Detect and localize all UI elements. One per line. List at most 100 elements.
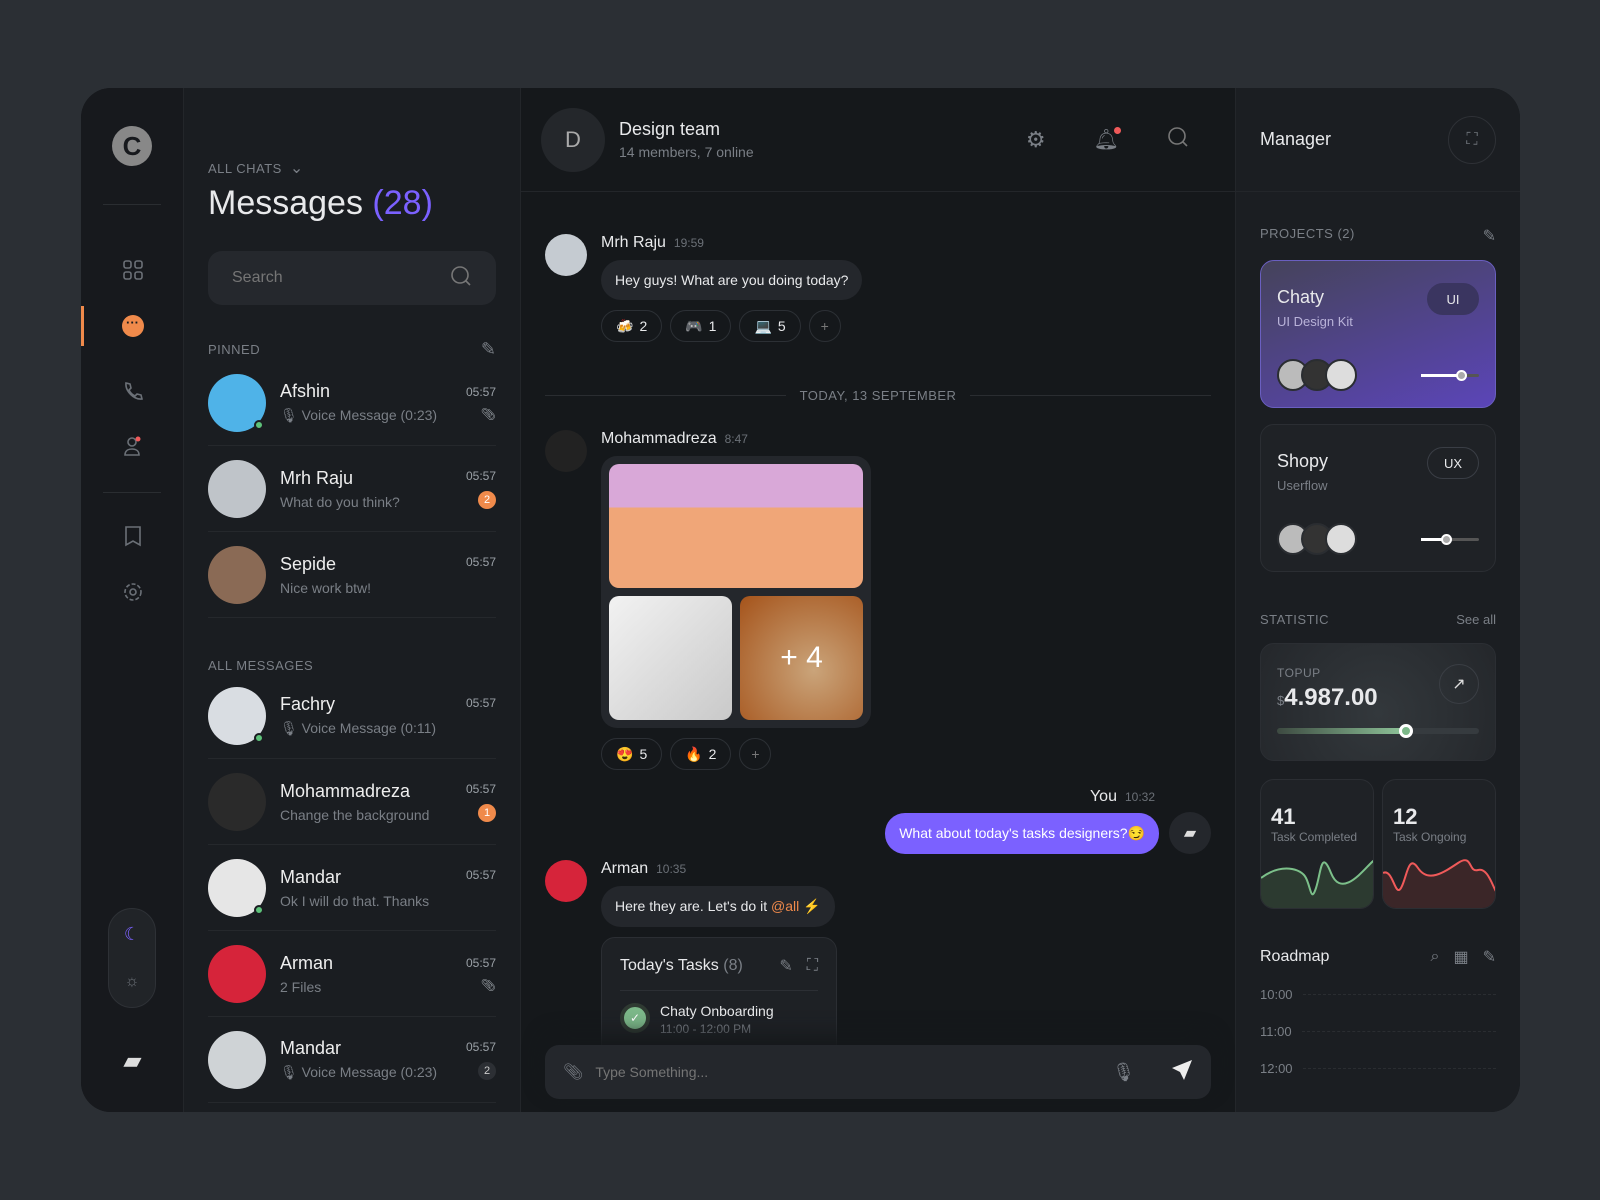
tasks-count: (8): [723, 957, 743, 974]
mention-link[interactable]: @all: [771, 898, 799, 914]
reaction-emoji: 🔥: [685, 745, 703, 762]
microphone-icon[interactable]: 🎙︎: [1112, 1062, 1135, 1083]
avatar: [208, 686, 266, 745]
reaction-chip[interactable]: 😍 5: [601, 738, 663, 770]
bookmark-icon[interactable]: [81, 516, 184, 556]
theme-toggle[interactable]: ☾ ☼: [108, 908, 156, 1008]
sun-icon[interactable]: ☼: [109, 959, 155, 1005]
contact-name: Mohammadreza: [280, 780, 411, 801]
calendar-icon[interactable]: ▦: [1453, 947, 1468, 967]
chat-list-item[interactable]: Sepide Nice work btw! 05:57: [208, 532, 496, 618]
settings-icon[interactable]: ⚙: [1026, 127, 1046, 153]
compose-icon[interactable]: ✎: [481, 339, 496, 360]
message-time: 05:57: [465, 867, 496, 882]
edit-icon[interactable]: ✎: [779, 956, 792, 976]
attach-icon[interactable]: 📎︎: [563, 1062, 583, 1082]
reaction-emoji: 🍻: [616, 317, 634, 334]
reaction-chip[interactable]: 🍻 2: [601, 310, 663, 342]
member-avatars: [1277, 523, 1357, 555]
reaction-chip[interactable]: 🎮 1: [670, 310, 732, 342]
search-input[interactable]: [232, 269, 432, 287]
topup-slider[interactable]: [1277, 724, 1479, 738]
expand-icon[interactable]: ⛶: [807, 957, 818, 975]
messages-count: (28): [372, 184, 433, 222]
send-icon[interactable]: [1171, 1059, 1193, 1086]
avatar: [208, 459, 266, 518]
settings-icon[interactable]: [81, 572, 184, 612]
message-input[interactable]: [595, 1064, 1101, 1080]
avatar: [208, 545, 266, 604]
task-item[interactable]: ✓ Chaty Onboarding 11:00 - 12:00 PM: [620, 1003, 818, 1036]
reaction-emoji: 😍: [616, 745, 634, 762]
contact-name: Mandar: [280, 1038, 342, 1058]
sender-name: Arman: [601, 860, 649, 877]
moon-icon[interactable]: ☾: [109, 909, 155, 959]
image-wall[interactable]: [609, 464, 863, 588]
panel-title: Manager: [1260, 129, 1332, 149]
expand-icon[interactable]: ⛶: [1448, 115, 1496, 164]
last-message: 2 Files: [280, 978, 322, 995]
completed-sparkline: [1261, 859, 1373, 908]
reaction-count: 1: [708, 318, 717, 334]
edit-icon[interactable]: ✎: [1483, 947, 1496, 967]
statistic-label: STATISTIC: [1260, 612, 1330, 627]
contacts-icon[interactable]: [81, 426, 184, 466]
image-gallery[interactable]: + 4: [601, 456, 871, 728]
unread-badge: 1: [478, 803, 496, 822]
search-icon[interactable]: [450, 265, 472, 292]
phone-icon[interactable]: [81, 372, 184, 412]
arrow-up-right-icon[interactable]: ↗: [1439, 664, 1479, 704]
chat-icon[interactable]: ···: [81, 306, 184, 346]
project-card[interactable]: Chaty UI Design Kit UI: [1260, 260, 1496, 408]
divider-text: TODAY, 13 SEPTEMBER: [799, 388, 957, 403]
project-card[interactable]: Shopy Userflow UX: [1260, 424, 1496, 572]
reaction-emoji: 🎮: [685, 317, 703, 334]
roadmap-time: 11:00: [1260, 1024, 1292, 1039]
microphone-icon: 🎙︎: [280, 407, 298, 423]
search-icon[interactable]: ⌕: [1431, 948, 1440, 966]
last-message: Voice Message (0:11): [301, 720, 437, 736]
avatar: [545, 430, 587, 472]
image-more[interactable]: + 4: [740, 596, 863, 720]
contact-name: Afshin: [280, 381, 331, 401]
message-time: 19:59: [673, 236, 704, 250]
ongoing-label: Task Ongoing: [1393, 830, 1467, 844]
reaction-chip[interactable]: 💻 5: [739, 310, 801, 342]
topup-card: TOPUP $4.987.00 ↗: [1260, 643, 1496, 761]
contact-name: Arman: [280, 952, 334, 973]
nav-rail: C ··· ☾ ☼ ▰: [81, 88, 184, 1112]
edit-icon[interactable]: ✎: [1483, 226, 1496, 246]
check-icon[interactable]: ✓: [620, 1003, 650, 1033]
chat-list-item[interactable]: Arman 2 Files 05:57 📎︎: [208, 931, 496, 1017]
chat-list-item[interactable]: Mohammadreza Change the background 05:57 1: [208, 759, 496, 845]
ongoing-count: 12: [1393, 804, 1418, 829]
reaction-chip[interactable]: 🔥 2: [670, 738, 732, 770]
search-box[interactable]: [208, 251, 496, 305]
project-subtitle: Userflow: [1277, 478, 1328, 493]
add-reaction-button[interactable]: +: [808, 310, 841, 342]
avatar: [208, 772, 266, 831]
chat-list-item[interactable]: Fachry 🎙︎ Voice Message (0:11) 05:57: [208, 673, 496, 759]
chat-list-item[interactable]: Afshin 🎙︎ Voice Message (0:23) 05:57 📎︎: [208, 360, 496, 446]
all-messages-label: ALL MESSAGES: [208, 658, 314, 673]
roadmap-time: 12:00: [1260, 1061, 1293, 1076]
chat-panel: D Design team 14 members, 7 online ⚙ 🔔︎ M…: [521, 88, 1236, 1112]
dashboard-icon[interactable]: [81, 250, 184, 290]
chat-list-item[interactable]: Mandar 🎙︎ Voice Message (0:23) 05:57 2: [208, 1017, 496, 1103]
chat-filter[interactable]: ALL CHATS ⌄: [208, 158, 496, 178]
sender-name: Mohammadreza: [601, 430, 717, 447]
image-stairs[interactable]: [609, 596, 732, 720]
chat-list-item[interactable]: Mandar Ok I will do that. Thanks 05:57: [208, 845, 496, 931]
bell-icon[interactable]: 🔔︎: [1094, 127, 1121, 152]
message-time: 8:47: [724, 432, 748, 446]
search-icon[interactable]: [1167, 126, 1189, 153]
completed-card: 41 Task Completed: [1260, 779, 1374, 909]
message-bubble: Here they are. Let's do it @all ⚡: [601, 886, 835, 927]
composer: 📎︎ 🎙︎: [545, 1045, 1211, 1099]
chat-list-item[interactable]: Mrh Raju What do you think? 05:57 2: [208, 446, 496, 532]
add-reaction-button[interactable]: +: [739, 738, 772, 770]
last-message: What do you think?: [280, 493, 400, 510]
contact-name: Sepide: [280, 553, 337, 574]
group-avatar[interactable]: D: [541, 107, 605, 172]
see-all-link[interactable]: See all: [1456, 612, 1496, 627]
